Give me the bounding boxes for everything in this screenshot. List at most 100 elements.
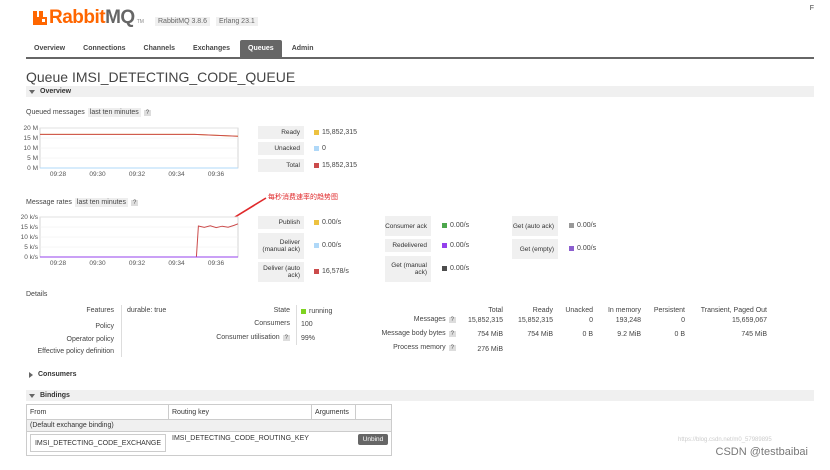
swatch-ready	[314, 130, 319, 135]
tab-exchanges[interactable]: Exchanges	[185, 40, 238, 57]
table-cell: 15,659,067	[731, 317, 767, 324]
details-divider-2	[296, 305, 297, 345]
tab-overview[interactable]: Overview	[26, 40, 73, 57]
y-tick-label: 15 M	[24, 135, 38, 142]
stat-label-get-auto: Get (auto ack)	[512, 216, 558, 236]
header: RabbitMQ TM RabbitMQ 3.8.6 Erlang 23.1 F…	[0, 0, 830, 62]
swatch-deliver-auto	[314, 269, 319, 274]
stat-value-total: 15,852,315	[322, 162, 358, 169]
stat-label-deliver-manual: Deliver (manual ack)	[258, 233, 304, 259]
col-persistent: Persistent	[653, 307, 685, 314]
state-indicator-icon	[301, 309, 306, 314]
y-tick-label: 0 M	[27, 165, 38, 172]
queued-messages-chart: 20 M 15 M 10 M 5 M 0 M 09:28 09:30 09:32 09:34 09…	[20, 124, 245, 184]
swatch-get-empty	[569, 246, 574, 251]
queued-range-select[interactable]: last ten minutes	[87, 108, 141, 117]
table-cell: 15,852,315	[517, 317, 553, 324]
features-value: durable: true	[127, 307, 167, 314]
state-label: State	[273, 307, 290, 314]
stat-label-total: Total	[258, 159, 304, 172]
col-in-memory: In memory	[607, 307, 641, 314]
bindings-table: From Routing key Arguments (Default exch…	[26, 404, 392, 456]
state-value: running	[309, 308, 333, 315]
x-tick-label: 09:28	[50, 171, 67, 178]
stat-value-ready: 15,852,315	[322, 129, 358, 136]
table-cell: 0 B	[674, 331, 685, 338]
table-cell: 0 B	[582, 331, 593, 338]
x-tick-label: 09:32	[129, 171, 146, 178]
utilisation-label: Consumer utilisation?	[216, 334, 290, 341]
table-cell: 15,852,315	[467, 317, 503, 324]
queued-help-icon[interactable]: ?	[143, 109, 152, 116]
swatch-total	[314, 163, 319, 168]
stat-label-deliver-auto: Deliver (auto ack)	[258, 262, 304, 282]
x-tick-label: 09:30	[89, 260, 106, 267]
swatch-redelivered	[442, 243, 447, 248]
tab-channels[interactable]: Channels	[136, 40, 184, 57]
collapse-triangle-icon	[29, 89, 35, 94]
tab-queues[interactable]: Queues	[240, 40, 282, 57]
stat-label-redelivered: Redelivered	[385, 239, 431, 252]
table-cell: 754 MiB	[527, 331, 553, 338]
y-tick-label: 15 k/s	[21, 224, 39, 231]
features-label: Features	[86, 307, 114, 314]
stat-label-get-empty: Get (empty)	[512, 239, 558, 259]
rates-range-select[interactable]: last ten minutes	[74, 198, 128, 207]
stat-value-get-manual: 0.00/s	[450, 265, 470, 272]
corner-mark: F	[809, 5, 814, 12]
rates-help-icon[interactable]: ?	[130, 199, 139, 206]
swatch-get-auto	[569, 223, 574, 228]
collapse-triangle-icon	[29, 393, 35, 398]
overview-section-toggle[interactable]: Overview	[26, 86, 814, 97]
erlang-version: Erlang 23.1	[216, 17, 258, 26]
table-cell: 0	[681, 317, 685, 324]
stat-label-get-manual: Get (manual ack)	[385, 256, 431, 282]
x-tick-label: 09:36	[208, 260, 225, 267]
row-label-process-memory: Process memory?	[393, 344, 456, 351]
stat-value-unacked: 0	[322, 145, 326, 152]
x-tick-label: 09:32	[129, 260, 146, 267]
x-tick-label: 09:28	[50, 260, 67, 267]
effective-policy-label: Effective policy definition	[37, 348, 114, 355]
tab-divider	[26, 57, 814, 59]
y-tick-label: 20 M	[24, 125, 38, 132]
exchange-link[interactable]: IMSI_DETECTING_CODE_EXCHANGE	[30, 434, 166, 452]
default-exchange-binding: (Default exchange binding)	[30, 422, 114, 429]
tab-connections[interactable]: Connections	[75, 40, 133, 57]
routing-key-value: IMSI_DETECTING_CODE_ROUTING_KEY	[172, 435, 309, 442]
bindings-header-from: From	[30, 409, 47, 416]
operator-policy-label: Operator policy	[66, 336, 114, 343]
bindings-section-toggle[interactable]: Bindings	[26, 390, 814, 401]
col-total: Total	[488, 307, 503, 314]
x-tick-label: 09:34	[168, 171, 185, 178]
stat-label-publish: Publish	[258, 216, 304, 229]
table-cell: 0	[589, 317, 593, 324]
stat-label-consumer-ack: Consumer ack	[385, 216, 431, 236]
tab-admin[interactable]: Admin	[284, 40, 322, 57]
nav-tabs: Overview Connections Channels Exchanges …	[26, 40, 323, 57]
consumers-section-toggle[interactable]: Consumers	[26, 369, 814, 380]
swatch-consumer-ack	[442, 223, 447, 228]
details-heading: Details	[26, 291, 48, 298]
rabbitmq-logo[interactable]: RabbitMQ TM	[33, 7, 144, 28]
table-cell: 754 MiB	[477, 331, 503, 338]
swatch-unacked	[314, 146, 319, 151]
y-tick-label: 20 k/s	[21, 214, 39, 221]
stat-value-consumer-ack: 0.00/s	[450, 222, 470, 229]
row-label-messages: Messages?	[413, 316, 456, 323]
swatch-get-manual	[442, 266, 447, 271]
table-cell: 276 MiB	[477, 346, 503, 353]
utilisation-help-icon[interactable]: ?	[282, 334, 290, 341]
stat-value-deliver-auto: 16,578/s	[322, 268, 349, 275]
consumers-count-label: Consumers	[254, 320, 290, 327]
x-tick-label: 09:34	[168, 260, 185, 267]
x-tick-label: 09:36	[208, 171, 225, 178]
logo-trademark: TM	[136, 19, 144, 25]
csdn-watermark: CSDN @testbaibai	[715, 446, 808, 458]
stat-value-get-auto: 0.00/s	[577, 222, 597, 229]
queue-name: IMSI_DETECTING_CODE_QUEUE	[71, 69, 296, 85]
unbind-button[interactable]: Unbind	[358, 434, 388, 445]
rabbitmq-version: RabbitMQ 3.8.6	[155, 17, 211, 26]
stat-value-redelivered: 0.00/s	[450, 242, 470, 249]
utilisation-value: 99%	[301, 335, 316, 342]
